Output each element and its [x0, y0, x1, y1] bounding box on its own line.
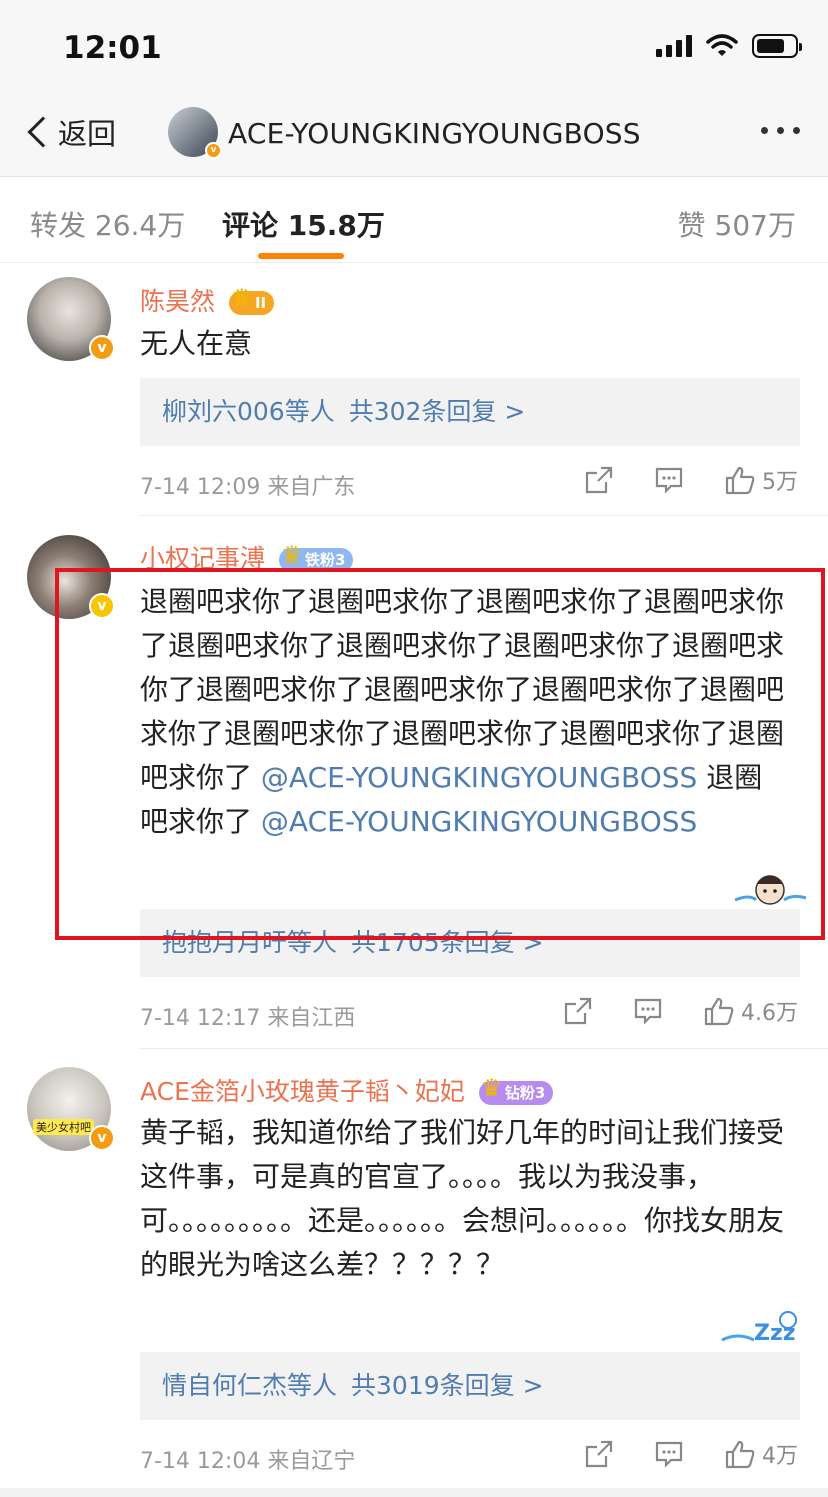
like-count: 4万 [762, 1444, 798, 1469]
comment-time-location: 7-14 12:04 来自辽宁 [140, 1449, 356, 1474]
back-button[interactable]: 返回 [22, 109, 116, 155]
username-text: 陈昊然 [140, 287, 216, 316]
repost-button[interactable] [584, 1439, 614, 1469]
avatar-caption: 美少女村吧 [33, 1119, 94, 1135]
tab-bar: 转发 26.4万 评论 15.8万 赞 507万 [0, 177, 828, 263]
status-bar: 12:01 [0, 0, 828, 95]
comment-button[interactable] [633, 996, 663, 1026]
comment-text: 无人在意 [140, 327, 253, 360]
chevron-left-icon [27, 116, 59, 148]
status-time: 12:01 [63, 30, 162, 66]
comment-username[interactable]: ACE金箔小玫瑰黄子韬丶妃妃 钻粉3 [140, 1072, 554, 1108]
wifi-icon [706, 34, 738, 56]
comment-item: v 陈昊然 II 无人在意 柳刘六006等人共302条回复 > 7-14 12:… [0, 264, 828, 516]
reply-names: 抱抱月月吁等人 [162, 928, 338, 957]
comment-actions: 5万 [544, 464, 798, 496]
avatar[interactable]: v [27, 535, 115, 619]
active-tab-indicator [258, 253, 344, 259]
reply-summary[interactable]: 柳刘六006等人 共302条回复 > [140, 378, 800, 446]
verified-badge-icon: v [89, 1125, 115, 1151]
reply-count: 共302条回复 > [348, 397, 526, 426]
thumbs-up-icon [725, 466, 755, 495]
reply-count: 共1705条回复 > [351, 928, 544, 957]
fan-badge: 铁粉3 [278, 543, 354, 572]
verified-badge-icon: v [205, 142, 222, 159]
comment-button[interactable] [654, 465, 684, 495]
thumbs-up-icon [725, 1440, 755, 1469]
repost-button[interactable] [584, 465, 614, 495]
thumbs-up-icon [704, 997, 734, 1026]
share-icon [564, 997, 592, 1025]
more-button[interactable] [761, 127, 800, 134]
verified-badge-icon: v [89, 593, 115, 619]
share-icon [585, 1440, 613, 1468]
sticker-emoji: Zzz [718, 1306, 798, 1353]
tab-likes[interactable]: 赞 507万 [678, 204, 796, 244]
cellular-signal-icon [656, 35, 692, 57]
page-title[interactable]: ACE-YOUNGKINGYOUNGBOSS [228, 117, 641, 150]
share-icon [585, 466, 613, 494]
comment-actions: 4.6万 [523, 995, 798, 1027]
status-icons [656, 34, 802, 58]
like-button[interactable]: 4万 [724, 1438, 798, 1470]
reply-names: 柳刘六006等人 [162, 397, 335, 426]
comment-username[interactable]: 小权记事溥 铁粉3 [140, 539, 354, 575]
comment-icon [655, 1441, 683, 1468]
comment-text: 退圈吧求你了退圈吧求你了退圈吧求你了退圈吧求你了退圈吧求你了退圈吧求你了退圈吧求… [140, 580, 785, 844]
author-avatar[interactable]: v [168, 107, 222, 159]
comment-username[interactable]: 陈昊然 II [140, 282, 275, 318]
comment-icon [655, 467, 683, 494]
mention-link[interactable]: @ACE-YOUNGKINGYOUNGBOSS [261, 805, 697, 838]
back-label: 返回 [58, 117, 117, 151]
verified-badge-icon: v [89, 335, 115, 361]
comment-time-location: 7-14 12:09 来自广东 [140, 475, 356, 500]
divider [140, 1048, 828, 1049]
comment-time-location: 7-14 12:17 来自江西 [140, 1006, 356, 1031]
comment-text: 黄子韬，我知道你给了我们好几年的时间让我们接受这件事，可是真的官宣了。。。。我以… [140, 1116, 785, 1281]
repost-button[interactable] [563, 996, 593, 1026]
bottom-edge [0, 1488, 828, 1497]
reply-summary[interactable]: 情自何仁杰等人 共3019条回复 > [140, 1352, 800, 1420]
comment-item: v 小权记事溥 铁粉3 退圈吧求你了退圈吧求你了退圈吧求你了退圈吧求你了退圈吧求… [0, 517, 828, 1049]
divider [140, 515, 828, 516]
username-text: 小权记事溥 [140, 544, 266, 573]
battery-icon [752, 34, 802, 58]
nav-bar: 返回 v ACE-YOUNGKINGYOUNGBOSS [0, 95, 828, 177]
like-button[interactable]: 5万 [724, 464, 798, 496]
mention-link[interactable]: @ACE-YOUNGKINGYOUNGBOSS [261, 761, 697, 794]
like-count: 5万 [762, 470, 798, 495]
username-text: ACE金箔小玫瑰黄子韬丶妃妃 [140, 1077, 465, 1106]
avatar[interactable]: 美少女村吧 v [27, 1067, 115, 1151]
comment-button[interactable] [654, 1439, 684, 1469]
tab-reposts[interactable]: 转发 26.4万 [30, 204, 185, 244]
like-button[interactable]: 4.6万 [703, 995, 798, 1027]
comment-actions: 4万 [544, 1438, 798, 1470]
fan-badge: II [228, 286, 275, 315]
fan-badge: 钻粉3 [478, 1076, 554, 1105]
tab-comments[interactable]: 评论 15.8万 [222, 204, 385, 244]
reply-summary[interactable]: 抱抱月月吁等人 共1705条回复 > [140, 909, 800, 977]
reply-count: 共3019条回复 > [351, 1371, 544, 1400]
comment-icon [634, 998, 662, 1025]
reply-names: 情自何仁杰等人 [162, 1371, 338, 1400]
avatar[interactable]: v [27, 277, 115, 361]
comment-item: 美少女村吧 v ACE金箔小玫瑰黄子韬丶妃妃 钻粉3 黄子韬，我知道你给了我们好… [0, 1050, 828, 1490]
like-count: 4.6万 [741, 1001, 798, 1026]
